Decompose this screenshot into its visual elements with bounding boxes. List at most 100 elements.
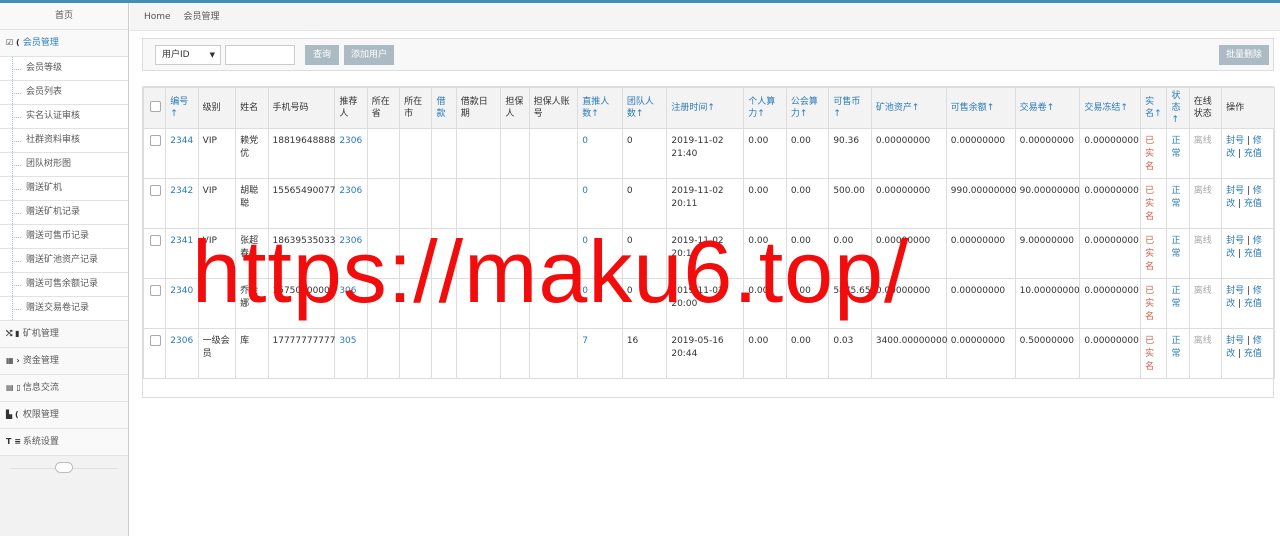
- ban-link[interactable]: 封号: [1226, 286, 1244, 296]
- column-header[interactable]: 状态↑: [1166, 87, 1190, 129]
- recharge-link[interactable]: 充值: [1244, 249, 1262, 259]
- table-cell[interactable]: 0: [577, 128, 623, 179]
- column-header[interactable]: 直推人数↑: [577, 87, 623, 129]
- column-header[interactable]: 交易冻结↑: [1079, 87, 1142, 129]
- table-cell: [455, 328, 502, 379]
- separator: |: [1244, 236, 1253, 246]
- select-all-checkbox-cell[interactable]: [142, 87, 167, 129]
- sidebar-subitem-gift-balance-record[interactable]: 赠送可售余额记录: [0, 273, 128, 297]
- search-input[interactable]: [225, 45, 295, 65]
- table-cell[interactable]: 7: [577, 328, 623, 379]
- collapse-knob-icon[interactable]: [55, 462, 73, 473]
- table-cell: 0.00000000: [1079, 128, 1142, 179]
- sidebar-item-system-settings[interactable]: T ≡ 系统设置: [0, 429, 128, 456]
- table-cell[interactable]: 2306: [165, 328, 199, 379]
- row-checkbox[interactable]: [150, 235, 161, 246]
- row-checkbox-cell[interactable]: [142, 278, 167, 329]
- table-cell[interactable]: 2306: [334, 178, 368, 229]
- table-cell: 0.00000000: [1079, 328, 1142, 379]
- row-checkbox-cell[interactable]: [142, 328, 167, 379]
- column-header[interactable]: 可售余额↑: [945, 87, 1016, 129]
- column-header: 担保人: [500, 87, 530, 129]
- column-header[interactable]: 矿池资产↑: [870, 87, 947, 129]
- recharge-link[interactable]: 充值: [1244, 199, 1262, 209]
- table-cell: [431, 328, 457, 379]
- sidebar-subitem-community-review[interactable]: 社群资料审核: [0, 129, 128, 153]
- column-header[interactable]: 实名↑: [1140, 87, 1168, 129]
- table-cell: 0.00000000: [945, 228, 1016, 279]
- sidebar-subitem-gift-miner[interactable]: 赠送矿机: [0, 177, 128, 201]
- sidebar-subitem-gift-pool-record[interactable]: 赠送矿池资产记录: [0, 249, 128, 273]
- file-icon: ▙ (: [6, 410, 19, 419]
- table-cell: VIP: [197, 128, 237, 179]
- query-button[interactable]: 查询: [305, 45, 339, 65]
- ban-link[interactable]: 封号: [1226, 136, 1244, 146]
- recharge-link[interactable]: 充值: [1244, 149, 1262, 159]
- sidebar: 首页 ☑ ( 会员管理 会员等级 会员列表 实名认证审核 社群资料审核 团队树形…: [0, 3, 129, 536]
- table-cell: 2019-05-16 20:44: [666, 328, 745, 379]
- separator: |: [1235, 199, 1244, 209]
- column-header[interactable]: 可售币↑: [828, 87, 872, 129]
- table-cell[interactable]: 2306: [334, 128, 368, 179]
- search-field-select[interactable]: 用户ID ▼: [155, 45, 221, 65]
- row-checkbox-cell[interactable]: [142, 228, 167, 279]
- table-cell[interactable]: 0: [577, 178, 623, 229]
- column-header[interactable]: 公会算力↑: [785, 87, 830, 129]
- sidebar-item-permission-management[interactable]: ▙ ( 权限管理: [0, 402, 128, 429]
- recharge-link[interactable]: 充值: [1244, 349, 1262, 359]
- sidebar-item-miner-management[interactable]: ⤭ ▮ 矿机管理: [0, 321, 128, 348]
- table-cell: 2019-11-02 21:40: [666, 128, 745, 179]
- column-header[interactable]: 注册时间↑: [666, 87, 745, 129]
- column-header[interactable]: 个人算力↑: [743, 87, 787, 129]
- sidebar-subitem-member-list[interactable]: 会员列表: [0, 81, 128, 105]
- breadcrumb: Home 会员管理: [130, 3, 1280, 31]
- table-cell: 已实名: [1140, 328, 1168, 379]
- row-actions: 封号 | 修改 | 充值: [1221, 328, 1275, 379]
- sidebar-item-info-exchange[interactable]: ▤ ▯ 信息交流: [0, 375, 128, 402]
- column-header: 借款: [431, 87, 457, 129]
- sidebar-subitem-gift-coin-record[interactable]: 赠送可售币记录: [0, 225, 128, 249]
- table-cell[interactable]: 2344: [165, 128, 199, 179]
- sidebar-collapse-toggle[interactable]: [0, 456, 128, 482]
- table-cell: 0.00000000: [1079, 178, 1142, 229]
- row-checkbox[interactable]: [150, 335, 161, 346]
- table-cell[interactable]: 2342: [165, 178, 199, 229]
- sidebar-subitem-gift-miner-record[interactable]: 赠送矿机记录: [0, 201, 128, 225]
- sidebar-item-home[interactable]: 首页: [0, 3, 128, 30]
- sidebar-item-label: 信息交流: [22, 383, 59, 393]
- row-checkbox-cell[interactable]: [142, 128, 167, 179]
- row-checkbox[interactable]: [150, 135, 161, 146]
- column-header[interactable]: 交易卷↑: [1014, 87, 1081, 129]
- table-cell: [399, 128, 433, 179]
- sidebar-subitem-gift-voucher-record[interactable]: 赠送交易卷记录: [0, 297, 128, 321]
- row-checkbox[interactable]: [150, 185, 161, 196]
- column-header[interactable]: 团队人数↑: [621, 87, 668, 129]
- ban-link[interactable]: 封号: [1226, 236, 1244, 246]
- column-header: 姓名: [235, 87, 269, 129]
- sidebar-subitem-member-level[interactable]: 会员等级: [0, 57, 128, 81]
- table-cell[interactable]: 305: [334, 328, 368, 379]
- table-cell: 10.00000000: [1014, 278, 1081, 329]
- table-cell: 0.00000000: [870, 128, 947, 179]
- recharge-link[interactable]: 充值: [1244, 299, 1262, 309]
- table-cell: 胡聪聪: [235, 178, 269, 229]
- row-checkbox-cell[interactable]: [142, 178, 167, 229]
- table-cell: 已实名: [1140, 278, 1168, 329]
- ban-link[interactable]: 封号: [1226, 186, 1244, 196]
- sidebar-subitem-team-tree[interactable]: 团队树形图: [0, 153, 128, 177]
- table-cell: 离线: [1188, 328, 1223, 379]
- table-cell: VIP: [197, 178, 237, 229]
- ban-link[interactable]: 封号: [1226, 336, 1244, 346]
- sidebar-item-member-management[interactable]: ☑ ( 会员管理: [0, 30, 128, 57]
- breadcrumb-home[interactable]: Home: [144, 12, 171, 22]
- add-user-button[interactable]: 添加用户: [344, 45, 394, 65]
- sidebar-item-fund-management[interactable]: ▦ › 资金管理: [0, 348, 128, 375]
- column-header: 所在市: [399, 87, 433, 129]
- select-all-checkbox[interactable]: [150, 100, 161, 112]
- table-cell: [366, 328, 401, 379]
- batch-delete-button[interactable]: 批量删除: [1219, 45, 1269, 65]
- column-header[interactable]: 编号↑: [165, 87, 199, 129]
- row-checkbox[interactable]: [150, 285, 161, 296]
- sidebar-subitem-realname-review[interactable]: 实名认证审核: [0, 105, 128, 129]
- table-cell: 0.50000000: [1014, 328, 1081, 379]
